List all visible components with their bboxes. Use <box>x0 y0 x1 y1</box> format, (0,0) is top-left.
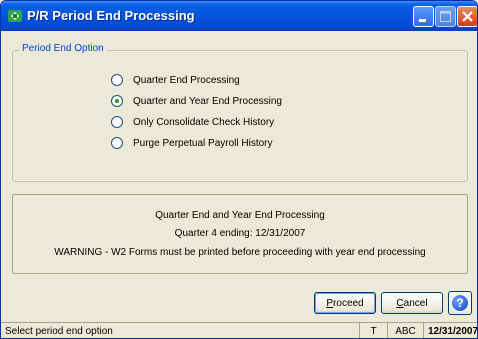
minimize-icon <box>419 19 426 22</box>
info-warning: WARNING - W2 Forms must be printed befor… <box>54 247 426 258</box>
maximize-icon <box>440 11 451 22</box>
info-quarter-ending: Quarter 4 ending: 12/31/2007 <box>174 228 306 239</box>
proceed-label: roceed <box>333 297 364 309</box>
cancel-button[interactable]: Cancel <box>381 292 443 314</box>
window-title: P/R Period End Processing <box>27 8 195 23</box>
radio-quarter-end[interactable]: Quarter End Processing <box>111 72 240 88</box>
help-button[interactable]: ? <box>448 291 472 315</box>
radio-label: Only Consolidate Check History <box>133 116 275 128</box>
minimize-button[interactable] <box>413 6 434 27</box>
radio-button[interactable] <box>111 74 123 86</box>
radio-button-selected[interactable] <box>111 95 123 107</box>
radio-button[interactable] <box>111 116 123 128</box>
radio-consolidate-check-history[interactable]: Only Consolidate Check History <box>111 114 274 130</box>
status-bar: Select period end option T ABC 12/31/200… <box>1 322 477 338</box>
title-bar[interactable]: P/R Period End Processing <box>1 1 477 31</box>
status-company: ABC <box>387 323 423 338</box>
radio-quarter-and-year-end[interactable]: Quarter and Year End Processing <box>111 93 282 109</box>
maximize-button[interactable] <box>435 6 456 27</box>
radio-label: Quarter End Processing <box>133 74 240 86</box>
period-end-window: P/R Period End Processing Period End Opt… <box>0 0 478 339</box>
cancel-label: ancel <box>403 297 428 309</box>
radio-purge-payroll-history[interactable]: Purge Perpetual Payroll History <box>111 135 273 151</box>
period-end-option-legend: Period End Option <box>19 43 107 54</box>
sage-app-icon <box>8 10 22 22</box>
close-icon <box>462 11 473 22</box>
info-title: Quarter End and Year End Processing <box>155 210 325 221</box>
radio-button[interactable] <box>111 137 123 149</box>
close-button[interactable] <box>457 6 477 27</box>
help-icon: ? <box>452 295 468 311</box>
cancel-mnemonic: C <box>396 297 404 309</box>
radio-label: Quarter and Year End Processing <box>133 95 282 107</box>
status-message: Select period end option <box>5 326 113 337</box>
proceed-button[interactable]: Proceed <box>314 292 376 314</box>
radio-label: Purge Perpetual Payroll History <box>133 137 273 149</box>
status-date: 12/31/2007 <box>423 323 477 338</box>
status-mode: T <box>359 323 387 338</box>
